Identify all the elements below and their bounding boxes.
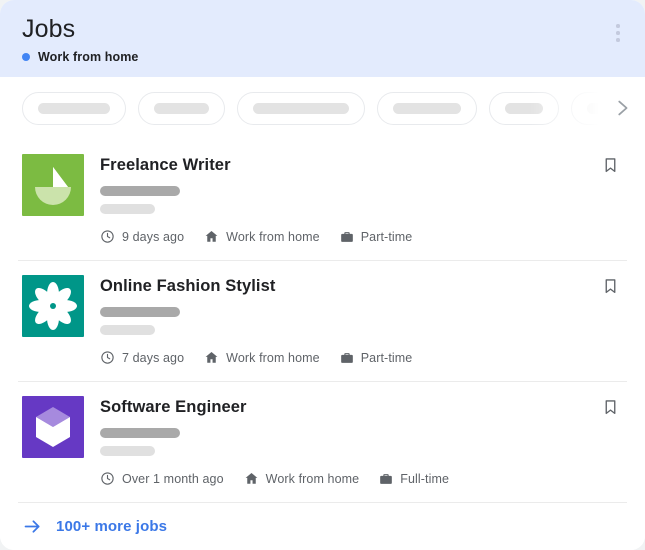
job-meta-row: Over 1 month ago Work from home Full-time bbox=[100, 471, 597, 486]
job-meta-label: Full-time bbox=[400, 471, 450, 486]
filter-chip[interactable] bbox=[489, 91, 559, 125]
bookmark-icon[interactable] bbox=[597, 276, 623, 302]
job-company-placeholder bbox=[100, 307, 597, 335]
status-dot-icon bbox=[22, 53, 30, 61]
filter-chip-placeholder bbox=[154, 102, 209, 114]
placeholder-bar bbox=[100, 325, 155, 335]
job-details: Freelance Writer 9 days ago Work from home… bbox=[100, 154, 597, 260]
cube-logo bbox=[22, 396, 84, 458]
home-icon bbox=[204, 229, 219, 244]
job-list-item[interactable]: Freelance Writer 9 days ago Work from home… bbox=[0, 139, 645, 260]
job-company-placeholder bbox=[100, 428, 597, 456]
clock-icon bbox=[100, 229, 115, 244]
job-meta-label: Work from home bbox=[226, 229, 320, 244]
job-meta-label: Work from home bbox=[265, 471, 360, 486]
bookmark-icon[interactable] bbox=[597, 155, 623, 181]
filter-chip[interactable] bbox=[22, 91, 126, 125]
job-meta-location: Work from home bbox=[204, 350, 320, 365]
header-subtitle: Work from home bbox=[22, 50, 623, 64]
job-list-item[interactable]: Software Engineer Over 1 month ago Work fr… bbox=[0, 381, 645, 502]
jobs-header: Jobs Work from home bbox=[0, 0, 645, 77]
home-icon bbox=[204, 350, 219, 365]
placeholder-bar bbox=[100, 186, 180, 196]
job-meta-job-type: Part-time bbox=[340, 351, 413, 365]
job-meta-posted: 9 days ago bbox=[100, 229, 184, 244]
job-title: Software Engineer bbox=[100, 398, 247, 416]
clock-icon bbox=[100, 471, 115, 486]
job-list: Freelance Writer 9 days ago Work from home… bbox=[0, 139, 645, 502]
job-company-placeholder bbox=[100, 186, 597, 214]
briefcase-icon bbox=[340, 230, 354, 244]
job-meta-row: 7 days ago Work from home Part-time bbox=[100, 350, 597, 365]
filter-chip[interactable] bbox=[138, 91, 225, 125]
job-title: Online Fashion Stylist bbox=[100, 277, 276, 295]
filter-chip-placeholder bbox=[38, 102, 110, 114]
chevron-right-icon bbox=[618, 100, 628, 116]
more-jobs-label: 100+ more jobs bbox=[56, 518, 168, 535]
filter-chip-placeholder bbox=[505, 102, 543, 114]
header-subtitle-label: Work from home bbox=[38, 50, 139, 64]
page-title: Jobs bbox=[22, 15, 76, 43]
job-meta-posted: Over 1 month ago bbox=[100, 471, 224, 486]
job-meta-label: Part-time bbox=[360, 229, 413, 244]
job-meta-label: Work from home bbox=[226, 350, 320, 365]
flower-logo bbox=[22, 275, 84, 337]
placeholder-bar bbox=[100, 428, 180, 438]
filter-chip[interactable] bbox=[377, 91, 477, 125]
filter-chip-placeholder bbox=[393, 102, 461, 114]
filter-chip-placeholder bbox=[587, 102, 599, 114]
bookmark-icon[interactable] bbox=[597, 397, 623, 423]
job-meta-posted: 7 days ago bbox=[100, 350, 184, 365]
clock-icon bbox=[100, 350, 115, 365]
placeholder-bar bbox=[100, 204, 155, 214]
job-meta-job-type: Full-time bbox=[379, 472, 449, 486]
job-meta-label: Over 1 month ago bbox=[122, 471, 224, 486]
job-meta-location: Work from home bbox=[204, 229, 320, 244]
placeholder-bar bbox=[100, 446, 155, 456]
filter-chip[interactable] bbox=[237, 91, 365, 125]
filter-chip[interactable] bbox=[571, 91, 599, 125]
kebab-dot bbox=[616, 38, 620, 42]
job-title: Freelance Writer bbox=[100, 156, 231, 174]
filter-chips-scroller[interactable] bbox=[22, 91, 599, 125]
briefcase-icon bbox=[340, 351, 354, 365]
job-meta-label: 9 days ago bbox=[122, 229, 185, 244]
job-meta-location: Work from home bbox=[244, 471, 360, 486]
filter-chip-placeholder bbox=[253, 102, 349, 114]
placeholder-bar bbox=[100, 307, 180, 317]
job-details: Online Fashion Stylist 7 days ago Work fro… bbox=[100, 275, 597, 381]
job-meta-label: Part-time bbox=[360, 350, 413, 365]
more-jobs-link[interactable]: 100+ more jobs bbox=[0, 502, 645, 550]
job-meta-row: 9 days ago Work from home Part-time bbox=[100, 229, 597, 244]
job-meta-label: 7 days ago bbox=[122, 350, 185, 365]
filter-chips-row bbox=[0, 77, 645, 139]
kebab-dot bbox=[616, 31, 620, 35]
kebab-dot bbox=[616, 24, 620, 28]
arrow-right-icon bbox=[22, 516, 43, 537]
chips-next-button[interactable] bbox=[599, 85, 645, 131]
jobs-panel: Jobs Work from home Freelance Writer 9 da… bbox=[0, 0, 645, 550]
job-list-item[interactable]: Online Fashion Stylist 7 days ago Work fro… bbox=[0, 260, 645, 381]
home-icon bbox=[244, 471, 259, 486]
kebab-menu-icon[interactable] bbox=[607, 20, 629, 46]
briefcase-icon bbox=[379, 472, 393, 486]
sailboat-logo bbox=[22, 154, 84, 216]
job-meta-job-type: Part-time bbox=[340, 230, 413, 244]
job-details: Software Engineer Over 1 month ago Work fr… bbox=[100, 396, 597, 502]
